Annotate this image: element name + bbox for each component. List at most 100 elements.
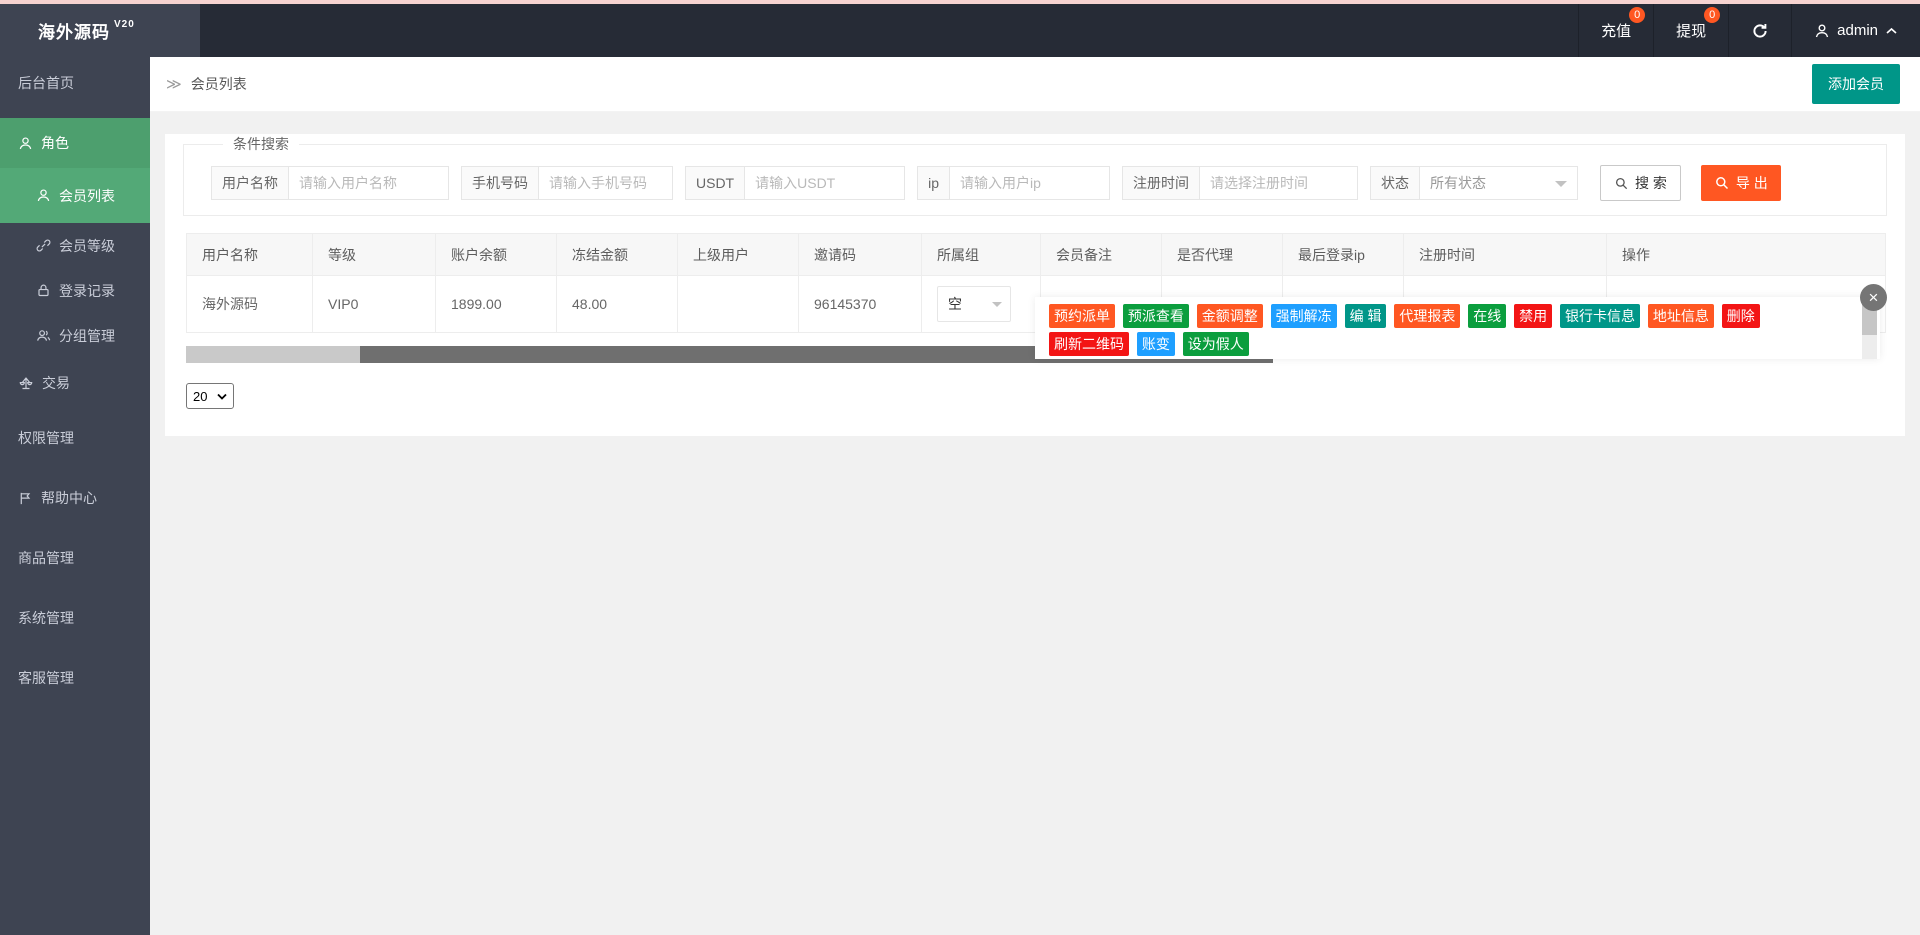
sidebar-item-label: 角色	[41, 133, 69, 153]
search-icon	[1614, 176, 1629, 191]
cell-username: 海外源码	[187, 276, 313, 333]
cell-invite-code: 96145370	[799, 276, 922, 333]
user-menu[interactable]: admin	[1791, 4, 1920, 57]
register-time-input[interactable]	[1200, 166, 1358, 200]
col-actions: 操作	[1607, 234, 1886, 276]
filter-username-label: 用户名称	[211, 166, 289, 200]
cell-balance: 1899.00	[436, 276, 557, 333]
scrollbar-track[interactable]	[186, 346, 360, 363]
action-agent-report-button[interactable]: 代理报表	[1394, 304, 1460, 328]
ip-input[interactable]	[950, 166, 1110, 200]
col-level: 等级	[313, 234, 436, 276]
header-actions: 充值 0 提现 0 admin	[1578, 4, 1920, 57]
search-button[interactable]: 搜 索	[1600, 165, 1681, 201]
action-edit-button[interactable]: 编 辑	[1345, 304, 1387, 328]
chevron-up-icon	[1885, 26, 1898, 35]
export-button[interactable]: 导 出	[1701, 165, 1781, 201]
refresh-icon	[1751, 22, 1769, 40]
sidebar-item-permissions[interactable]: 权限管理	[0, 408, 150, 468]
search-icon	[1714, 175, 1730, 191]
filter-register-time-label: 注册时间	[1122, 166, 1200, 200]
action-refresh-qrcode-button[interactable]: 刷新二维码	[1049, 332, 1129, 356]
sidebar-item-label: 交易	[42, 373, 70, 393]
username-input[interactable]	[289, 166, 449, 200]
cell-parent-user	[678, 276, 799, 333]
filter-phone: 手机号码	[461, 166, 673, 200]
sidebar-item-label: 分组管理	[59, 326, 115, 346]
col-is-agent: 是否代理	[1162, 234, 1283, 276]
col-last-login-ip: 最后登录ip	[1283, 234, 1404, 276]
action-online-button[interactable]: 在线	[1468, 304, 1506, 328]
recharge-button[interactable]: 充值 0	[1578, 4, 1653, 57]
page-size-value: 20	[193, 389, 207, 404]
sidebar-item-label: 权限管理	[18, 428, 74, 448]
filter-status: 状态 所有状态	[1370, 166, 1578, 200]
action-dispatch-view-button[interactable]: 预派查看	[1123, 304, 1189, 328]
sidebar-item-dashboard[interactable]: 后台首页	[0, 57, 150, 109]
filter-ip-label: ip	[917, 166, 950, 200]
scales-icon	[18, 375, 34, 391]
sidebar-item-member-level[interactable]: 会员等级	[0, 223, 150, 268]
sidebar-item-label: 商品管理	[18, 548, 74, 568]
group-select-value: 空	[948, 294, 962, 314]
status-select-value: 所有状态	[1430, 173, 1486, 193]
usdt-input[interactable]	[745, 166, 905, 200]
sidebar-item-transactions[interactable]: 交易	[0, 358, 150, 408]
filter-ip: ip	[917, 166, 1110, 200]
main-content: 条件搜索 用户名称 手机号码 USDT ip	[150, 112, 1920, 935]
app-logo-version: V20	[114, 19, 135, 30]
sidebar-item-label: 登录记录	[59, 281, 115, 301]
sidebar-item-group-management[interactable]: 分组管理	[0, 313, 150, 358]
sidebar-item-label: 客服管理	[18, 668, 74, 688]
sidebar-item-role[interactable]: 角色	[0, 118, 150, 168]
refresh-button[interactable]	[1728, 4, 1791, 57]
sidebar-item-label: 会员列表	[59, 186, 115, 206]
action-set-fake-user-button[interactable]: 设为假人	[1183, 332, 1249, 356]
sidebar-item-products[interactable]: 商品管理	[0, 528, 150, 588]
sidebar-item-label: 系统管理	[18, 608, 74, 628]
search-button-label: 搜 索	[1635, 173, 1667, 193]
status-select[interactable]: 所有状态	[1420, 166, 1578, 200]
link-icon	[36, 238, 51, 253]
col-username: 用户名称	[187, 234, 313, 276]
sidebar-item-login-records[interactable]: 登录记录	[0, 268, 150, 313]
page-size-select[interactable]: 20	[186, 383, 234, 409]
sidebar-item-help-center[interactable]: 帮助中心	[0, 468, 150, 528]
add-member-button[interactable]: 添加会员	[1812, 64, 1900, 104]
chevron-down-icon	[992, 302, 1002, 312]
export-button-label: 导 出	[1736, 173, 1768, 193]
col-frozen: 冻结金额	[557, 234, 678, 276]
filter-status-label: 状态	[1370, 166, 1420, 200]
sidebar-group-role: 角色 会员列表	[0, 118, 150, 223]
sidebar-item-label: 会员等级	[59, 236, 115, 256]
phone-input[interactable]	[539, 166, 673, 200]
col-invite-code: 邀请码	[799, 234, 922, 276]
sidebar-item-system[interactable]: 系统管理	[0, 588, 150, 648]
filter-usdt: USDT	[685, 166, 905, 200]
sidebar-item-member-list[interactable]: 会员列表	[0, 168, 150, 223]
search-filters-fieldset: 条件搜索 用户名称 手机号码 USDT ip	[183, 134, 1887, 216]
cell-group: 空	[922, 276, 1041, 333]
close-icon[interactable]: ×	[1860, 284, 1887, 311]
action-reserve-dispatch-button[interactable]: 预约派单	[1049, 304, 1115, 328]
action-address-info-button[interactable]: 地址信息	[1648, 304, 1714, 328]
sidebar-item-customer-service[interactable]: 客服管理	[0, 648, 150, 708]
cell-frozen: 48.00	[557, 276, 678, 333]
action-balance-change-button[interactable]: 账变	[1137, 332, 1175, 356]
action-force-unfreeze-button[interactable]: 强制解冻	[1271, 304, 1337, 328]
col-balance: 账户余额	[436, 234, 557, 276]
withdraw-button[interactable]: 提现 0	[1653, 4, 1728, 57]
action-delete-button[interactable]: 删除	[1722, 304, 1760, 328]
filter-register-time: 注册时间	[1122, 166, 1358, 200]
search-filters-legend: 条件搜索	[223, 134, 299, 154]
app-logo[interactable]: 海外源码 V20	[0, 4, 200, 57]
breadcrumb-separator-icon: ≫	[166, 75, 182, 93]
chevron-down-icon	[1555, 181, 1567, 193]
action-disable-button[interactable]: 禁用	[1514, 304, 1552, 328]
filter-username: 用户名称	[211, 166, 449, 200]
lock-icon	[36, 283, 51, 298]
action-bank-card-info-button[interactable]: 银行卡信息	[1560, 304, 1640, 328]
page-title: 会员列表	[191, 74, 247, 94]
action-amount-adjust-button[interactable]: 金额调整	[1197, 304, 1263, 328]
group-select[interactable]: 空	[937, 286, 1011, 322]
